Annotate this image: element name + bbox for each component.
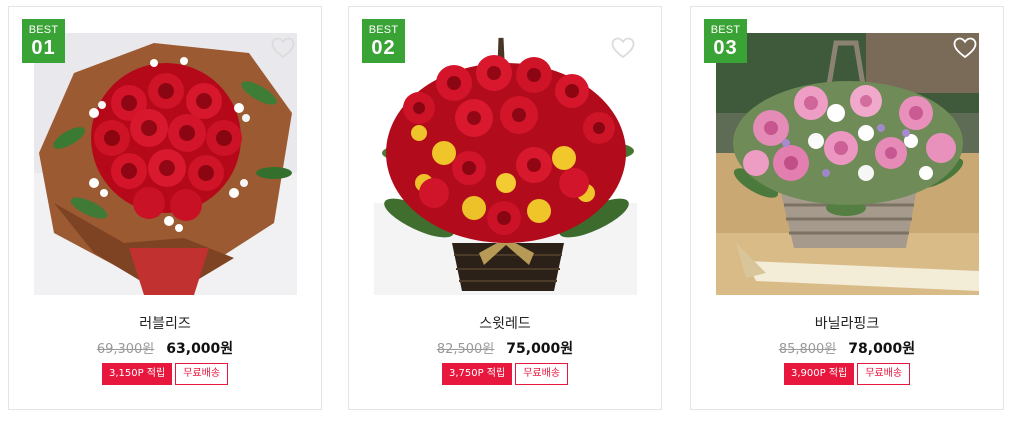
points-badge: 3,900P 적립 (783, 363, 855, 385)
free-shipping-badge: 무료배송 (857, 363, 911, 385)
wishlist-heart-icon[interactable] (271, 37, 295, 59)
product-name[interactable]: 스윗레드 (349, 313, 661, 333)
original-price: 85,800원 (778, 342, 837, 357)
product-card[interactable]: BEST 03 바닐라핑크 85,800원 78,000원 3,900P 적립 … (690, 6, 1004, 410)
product-card[interactable]: BEST 02 스윗레드 82,500원 75,000원 3,750P 적립 무… (348, 6, 662, 410)
sale-price: 63,000원 (166, 341, 234, 357)
best-rank-badge: BEST 01 (22, 19, 65, 63)
product-name[interactable]: 러블리즈 (9, 313, 321, 333)
wishlist-heart-icon[interactable] (611, 37, 635, 59)
best-rank-badge: BEST 03 (704, 19, 747, 63)
rank-number: 01 (31, 37, 56, 59)
original-price: 82,500원 (436, 342, 495, 357)
points-badge: 3,750P 적립 (441, 363, 513, 385)
best-label: BEST (710, 24, 741, 36)
sale-price: 75,000원 (506, 341, 574, 357)
product-image[interactable] (716, 33, 979, 295)
best-label: BEST (368, 24, 399, 36)
best-label: BEST (28, 24, 59, 36)
sale-price: 78,000원 (848, 341, 916, 357)
best-product-list: BEST 01 러블리즈 69,300원 63,000원 3,150P 적립 무… (0, 0, 1012, 421)
tag-row: 3,150P 적립 무료배송 (9, 363, 321, 385)
product-image[interactable] (374, 33, 637, 295)
points-badge: 3,150P 적립 (101, 363, 173, 385)
product-image[interactable] (34, 33, 297, 295)
rank-number: 02 (371, 37, 396, 59)
product-name[interactable]: 바닐라핑크 (691, 313, 1003, 333)
free-shipping-badge: 무료배송 (175, 363, 229, 385)
product-card[interactable]: BEST 01 러블리즈 69,300원 63,000원 3,150P 적립 무… (8, 6, 322, 410)
price-row: 85,800원 78,000원 (691, 338, 1003, 358)
free-shipping-badge: 무료배송 (515, 363, 569, 385)
original-price: 69,300원 (96, 342, 155, 357)
price-row: 82,500원 75,000원 (349, 338, 661, 358)
wishlist-heart-icon[interactable] (953, 37, 977, 59)
price-row: 69,300원 63,000원 (9, 338, 321, 358)
tag-row: 3,900P 적립 무료배송 (691, 363, 1003, 385)
tag-row: 3,750P 적립 무료배송 (349, 363, 661, 385)
best-rank-badge: BEST 02 (362, 19, 405, 63)
rank-number: 03 (713, 37, 738, 59)
